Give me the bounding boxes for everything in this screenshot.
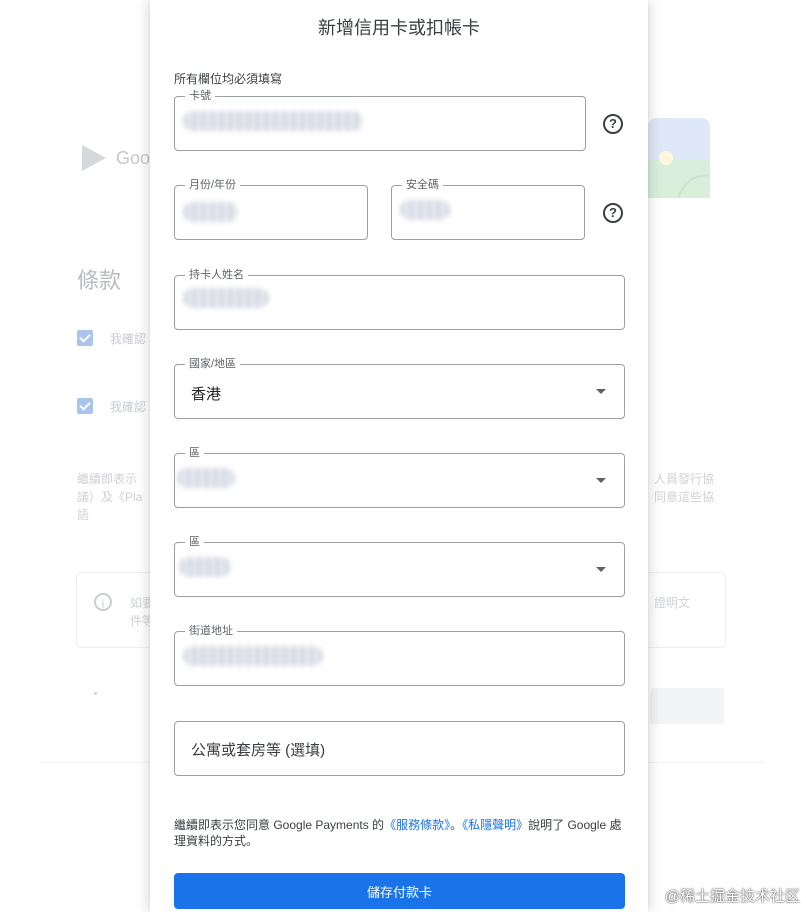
country-select[interactable]: 國家/地區 香港 [174,357,625,419]
cardholder-name-redacted-value [183,288,269,308]
card-number-help-icon[interactable]: ? [603,114,623,134]
watermark: @稀土掘金技术社区 [664,888,800,905]
info-icon: i [94,593,112,611]
required-fields-note: 所有欄位均必須填寫 [174,72,283,86]
background-section-title: 條款 [77,268,122,293]
country-dropdown-arrow-icon [596,388,606,394]
card-number-label: 卡號 [185,89,215,103]
background-logo-text: Goo [116,148,151,168]
google-play-logo-icon [82,145,106,171]
cardholder-name-label: 持卡人姓名 [185,268,248,282]
background-checkbox-label-1: 我確認 [110,332,147,346]
district-select-2[interactable]: 區 [174,535,625,597]
apartment-placeholder: 公寓或套房等 (選填) [191,742,326,759]
district-label-1: 區 [185,446,204,460]
background-paragraph-right: 人員發行協 同意這些協 [654,472,715,504]
background-paragraph-left: 繼續即表示 議）及《Pla 語 [77,472,143,522]
card-number-field[interactable]: 卡號 [174,89,586,151]
dialog-title: 新增信用卡或扣帳卡 [318,18,480,38]
security-code-label: 安全碼 [402,178,443,192]
legal-separator: 。 [450,818,463,832]
security-code-help-icon[interactable]: ? [603,203,623,223]
street-address-label: 街道地址 [185,624,237,638]
security-code-redacted-value [400,200,450,220]
background-checkbox-2 [77,398,93,414]
country-value: 香港 [191,386,222,403]
expiry-field[interactable]: 月份/年份 [174,178,368,240]
add-card-dialog: 新增信用卡或扣帳卡 所有欄位均必須填寫 卡號 ? 月份/年份 安全碼 ? 持卡人… [150,0,648,912]
street-address-field[interactable]: 街道地址 [174,624,625,686]
legal-notice: 繼續即表示您同意 Google Payments 的《服務條款》。《私隱聲明》說… [174,817,626,849]
district-1-dropdown-arrow-icon [596,477,606,483]
background-checkbox-1 [77,330,93,346]
district-2-redacted-value [179,557,231,577]
district-select-1[interactable]: 區 [174,446,625,508]
background-dot [94,692,97,695]
district-2-dropdown-arrow-icon [596,566,606,572]
cardholder-name-field[interactable]: 持卡人姓名 [174,268,625,330]
save-card-button[interactable]: 儲存付款卡 [174,873,625,909]
expiry-label: 月份/年份 [185,178,241,192]
apartment-field[interactable]: 公寓或套房等 (選填) [174,721,625,776]
terms-of-service-link[interactable]: 《服務條款》 [384,818,450,832]
district-1-redacted-value [177,468,235,488]
country-label: 國家/地區 [185,357,241,371]
legal-prefix: 繼續即表示您同意 Google Payments 的 [174,818,385,832]
background-button [650,688,724,724]
background-illustration-icon [648,118,710,198]
card-number-redacted-value [183,111,363,131]
district-label-2: 區 [185,535,204,549]
privacy-notice-link[interactable]: 《私隱聲明》 [462,818,528,832]
street-address-redacted-value [183,646,323,666]
background-checkbox-label-2: 我確認 [110,400,147,414]
background-info-text-right: 證明文 [654,596,691,610]
expiry-redacted-value [183,202,238,222]
security-code-field[interactable]: 安全碼 [391,178,585,240]
